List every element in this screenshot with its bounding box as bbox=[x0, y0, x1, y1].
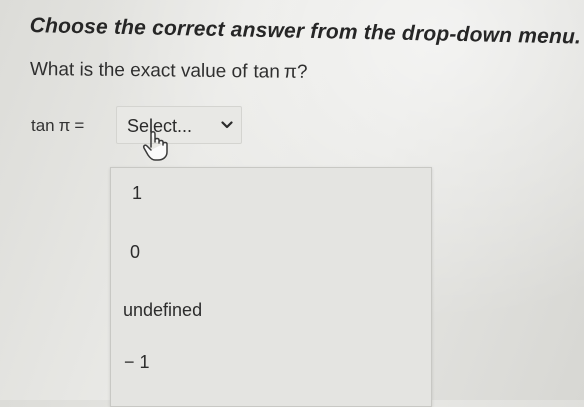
dropdown-option-1[interactable]: 1 bbox=[111, 173, 431, 213]
dropdown-option-0[interactable]: 0 bbox=[111, 232, 431, 272]
equation-equals: = bbox=[74, 116, 85, 135]
answer-dropdown[interactable]: Select... bbox=[116, 106, 242, 144]
question-function: tan bbox=[253, 61, 280, 83]
question-prefix: What is the exact value of bbox=[29, 59, 248, 83]
chevron-down-icon bbox=[221, 121, 233, 129]
dropdown-selected-text: Select... bbox=[127, 116, 193, 136]
option-label: 0 bbox=[130, 242, 141, 262]
dropdown-option-negative-1[interactable]: − 1 bbox=[111, 342, 431, 382]
instruction-text: Choose the correct answer from the drop-… bbox=[29, 14, 582, 49]
equation-label: tan π = bbox=[31, 116, 88, 136]
question-suffix: ? bbox=[296, 61, 308, 83]
option-label: 1 bbox=[132, 183, 143, 203]
option-label: − 1 bbox=[124, 352, 150, 372]
option-label: undefined bbox=[123, 300, 203, 320]
question-symbol: π bbox=[283, 61, 298, 83]
dropdown-option-undefined[interactable]: undefined bbox=[111, 290, 431, 330]
equation-function: tan bbox=[31, 116, 55, 135]
dropdown-options-list: 1 0 undefined − 1 bbox=[110, 167, 432, 407]
equation-symbol: π bbox=[58, 116, 71, 135]
question-text: What is the exact value of tan π? bbox=[30, 59, 308, 84]
